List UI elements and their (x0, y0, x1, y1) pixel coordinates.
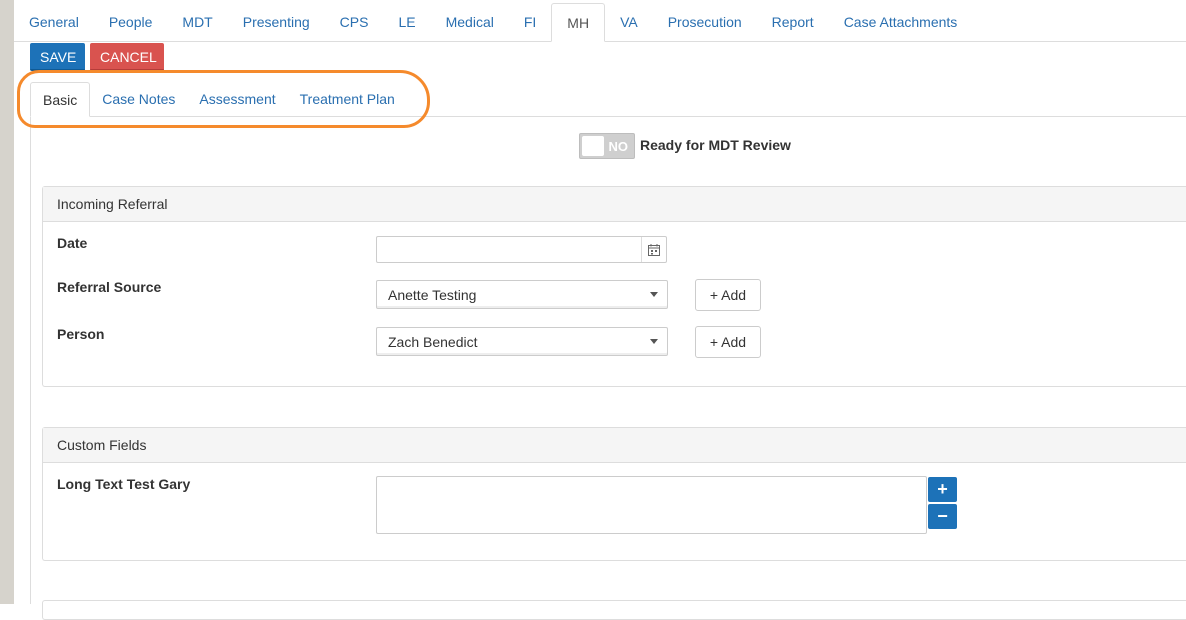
subtab-basic[interactable]: Basic (30, 82, 91, 117)
subtab-treatment-plan[interactable]: Treatment Plan (288, 82, 407, 117)
tab-medical[interactable]: Medical (431, 3, 509, 41)
cancel-button[interactable]: CANCEL (90, 43, 164, 71)
next-panel (42, 600, 1186, 620)
toggle-label: Ready for MDT Review (640, 137, 791, 153)
tab-presenting[interactable]: Presenting (228, 3, 325, 41)
referral-source-select[interactable]: Anette Testing (376, 280, 668, 309)
toggle-knob (582, 136, 604, 156)
panel-heading: Incoming Referral (43, 187, 1186, 222)
expand-button[interactable]: + (928, 477, 957, 502)
add-referral-source-button[interactable]: + Add (695, 279, 761, 311)
tab-fi[interactable]: FI (509, 3, 551, 41)
tab-mdt[interactable]: MDT (167, 3, 227, 41)
sub-tab-bar: Basic Case Notes Assessment Treatment Pl… (30, 82, 407, 117)
person-label: Person (57, 326, 105, 342)
top-tab-bar: General People MDT Presenting CPS LE Med… (14, 3, 1186, 42)
referral-source-label: Referral Source (57, 279, 162, 295)
tab-le[interactable]: LE (383, 3, 430, 41)
mdt-review-toggle[interactable]: NO (579, 133, 635, 159)
date-label: Date (57, 235, 88, 251)
add-person-button[interactable]: + Add (695, 326, 761, 358)
long-text-label: Long Text Test Gary (57, 476, 191, 492)
save-button[interactable]: SAVE (30, 43, 85, 71)
person-value: Zach Benedict (388, 334, 478, 350)
tab-report[interactable]: Report (757, 3, 829, 41)
tab-people[interactable]: People (94, 3, 168, 41)
toggle-state: NO (608, 139, 629, 154)
left-rail (0, 0, 14, 604)
subtab-assessment[interactable]: Assessment (187, 82, 287, 117)
collapse-button[interactable]: − (928, 504, 957, 529)
tab-prosecution[interactable]: Prosecution (653, 3, 757, 41)
tab-cps[interactable]: CPS (325, 3, 384, 41)
person-select[interactable]: Zach Benedict (376, 327, 668, 356)
content-border (30, 117, 31, 604)
tab-general[interactable]: General (14, 3, 94, 41)
chevron-down-icon (650, 339, 658, 344)
panel-heading: Custom Fields (43, 428, 1186, 463)
long-text-field[interactable] (376, 476, 927, 534)
date-field[interactable] (376, 236, 667, 263)
subtab-case-notes[interactable]: Case Notes (90, 82, 187, 117)
referral-source-value: Anette Testing (388, 287, 477, 303)
chevron-down-icon (650, 292, 658, 297)
tab-case-attachments[interactable]: Case Attachments (829, 3, 973, 41)
calendar-icon[interactable] (641, 237, 666, 262)
tab-va[interactable]: VA (605, 3, 653, 41)
tab-mh[interactable]: MH (551, 3, 606, 42)
